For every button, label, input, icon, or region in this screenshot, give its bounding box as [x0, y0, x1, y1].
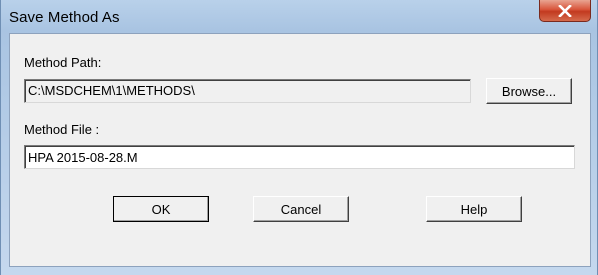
title-bar[interactable]: Save Method As	[1, 0, 598, 33]
ok-button[interactable]: OK	[113, 196, 209, 222]
method-file-label: Method File :	[24, 122, 100, 137]
save-method-dialog: Save Method As Method Path: C:\MSDCHEM\1…	[0, 0, 598, 275]
method-path-field: C:\MSDCHEM\1\METHODS\	[24, 79, 471, 103]
close-icon	[558, 4, 572, 17]
window-title: Save Method As	[9, 9, 120, 26]
dialog-body: Method Path: C:\MSDCHEM\1\METHODS\ Brows…	[9, 33, 591, 267]
close-button[interactable]	[539, 0, 591, 22]
help-button[interactable]: Help	[426, 196, 522, 222]
method-path-label: Method Path:	[24, 55, 102, 70]
cancel-button[interactable]: Cancel	[253, 196, 349, 222]
browse-button[interactable]: Browse...	[486, 78, 572, 104]
method-file-input[interactable]	[24, 145, 575, 169]
